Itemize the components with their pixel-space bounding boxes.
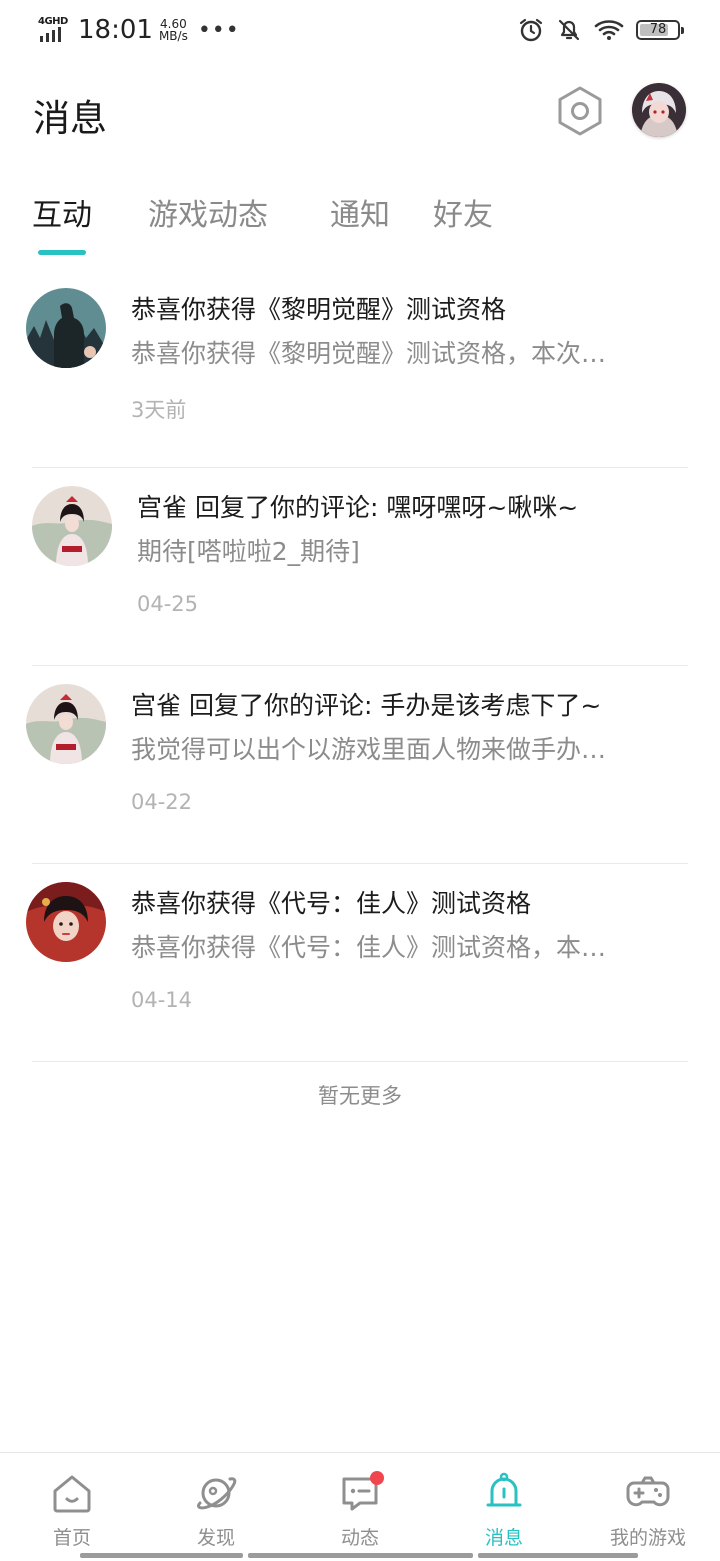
cellular-signal-icon: 4GHD <box>38 16 72 44</box>
message-time: 04-14 <box>131 988 193 1012</box>
nav-discover[interactable]: 发现 <box>144 1453 288 1553</box>
battery-icon: 78 <box>636 20 684 40</box>
list-item[interactable]: 宫雀 回复了你的评论: 手办是该考虑下了~ 我觉得可以出个以游戏里面人物来做手办… <box>0 666 720 864</box>
mute-bell-icon <box>558 19 580 41</box>
more-status-icon: ••• <box>197 17 240 43</box>
message-title: 恭喜你获得《代号：佳人》测试资格 <box>131 889 532 918</box>
message-preview: 恭喜你获得《代号：佳人》测试资格，本… <box>131 933 607 962</box>
wifi-icon <box>594 20 624 40</box>
game-avatar <box>26 882 106 962</box>
gesture-bar-left <box>80 1553 243 1558</box>
message-time: 3天前 <box>131 398 187 422</box>
gamepad-icon <box>626 1476 670 1507</box>
nav-feed[interactable]: 动态 <box>288 1453 432 1553</box>
planet-icon <box>197 1477 237 1510</box>
nav-home[interactable]: 首页 <box>0 1453 144 1553</box>
user-avatar[interactable] <box>632 83 686 137</box>
message-preview: 恭喜你获得《黎明觉醒》测试资格，本次… <box>131 339 607 368</box>
speed-unit: MB/s <box>158 29 188 43</box>
nav-label: 消息 <box>484 1527 523 1549</box>
message-preview: 我觉得可以出个以游戏里面人物来做手办… <box>131 735 607 764</box>
gesture-bar-center[interactable] <box>248 1553 473 1558</box>
message-list: 恭喜你获得《黎明觉醒》测试资格 恭喜你获得《黎明觉醒》测试资格，本次… 3天前 … <box>0 270 720 1062</box>
bottom-navigation: 首页 发现 动态 消息 我的游戏 <box>0 1452 720 1561</box>
message-time: 04-22 <box>131 790 193 814</box>
message-title: 宫雀 回复了你的评论: 嘿呀嘿呀~啾咪~ <box>137 493 579 522</box>
list-item[interactable]: 恭喜你获得《代号：佳人》测试资格 恭喜你获得《代号：佳人》测试资格，本… 04-… <box>0 864 720 1062</box>
no-more-text: 暂无更多 <box>318 1084 402 1108</box>
status-bar-left: 4GHD 18:01 4.60 MB/s ••• <box>38 10 240 50</box>
nav-my-games[interactable]: 我的游戏 <box>576 1453 720 1553</box>
page-title: 消息 <box>33 97 107 140</box>
battery-level-text: 78 <box>649 22 667 37</box>
list-item[interactable]: 恭喜你获得《黎明觉醒》测试资格 恭喜你获得《黎明觉醒》测试资格，本次… 3天前 <box>0 270 720 468</box>
message-preview: 期待[嗒啦啦2_期待] <box>137 537 360 566</box>
message-time: 04-25 <box>137 592 199 616</box>
nav-label: 首页 <box>52 1527 91 1549</box>
nav-label: 发现 <box>196 1527 235 1549</box>
user-avatar-gongque <box>32 486 112 566</box>
user-avatar-gongque <box>26 684 106 764</box>
status-bar-right: 78 <box>518 12 684 48</box>
status-bar: 4GHD 18:01 4.60 MB/s ••• 78 <box>0 0 720 60</box>
list-divider <box>32 1061 688 1062</box>
bell-icon <box>486 1472 522 1507</box>
message-tabs: 互动 游戏动态 通知 好友 <box>0 190 720 260</box>
tab-interaction[interactable]: 互动 <box>32 190 92 234</box>
settings-hexagon-icon[interactable] <box>554 85 606 137</box>
page-header: 消息 <box>0 70 720 160</box>
tab-game-news[interactable]: 游戏动态 <box>148 190 268 234</box>
unread-badge <box>370 1471 384 1485</box>
list-item[interactable]: 宫雀 回复了你的评论: 嘿呀嘿呀~啾咪~ 期待[嗒啦啦2_期待] 04-25 <box>0 468 720 666</box>
nav-label: 动态 <box>340 1527 379 1549</box>
status-time: 18:01 <box>78 15 153 45</box>
alarm-icon <box>519 18 543 42</box>
active-tab-indicator <box>38 250 86 255</box>
network-speed: 4.60 MB/s <box>159 18 188 42</box>
home-icon <box>53 1475 91 1513</box>
nav-label: 我的游戏 <box>609 1527 686 1549</box>
network-type: 4GHD <box>38 16 68 27</box>
gesture-bar-right <box>478 1553 638 1558</box>
tab-notifications[interactable]: 通知 <box>330 190 390 234</box>
message-title: 恭喜你获得《黎明觉醒》测试资格 <box>131 295 507 324</box>
game-avatar <box>26 288 106 368</box>
tab-friends[interactable]: 好友 <box>433 190 493 234</box>
nav-messages[interactable]: 消息 <box>432 1453 576 1553</box>
message-title: 宫雀 回复了你的评论: 手办是该考虑下了~ <box>131 691 602 720</box>
